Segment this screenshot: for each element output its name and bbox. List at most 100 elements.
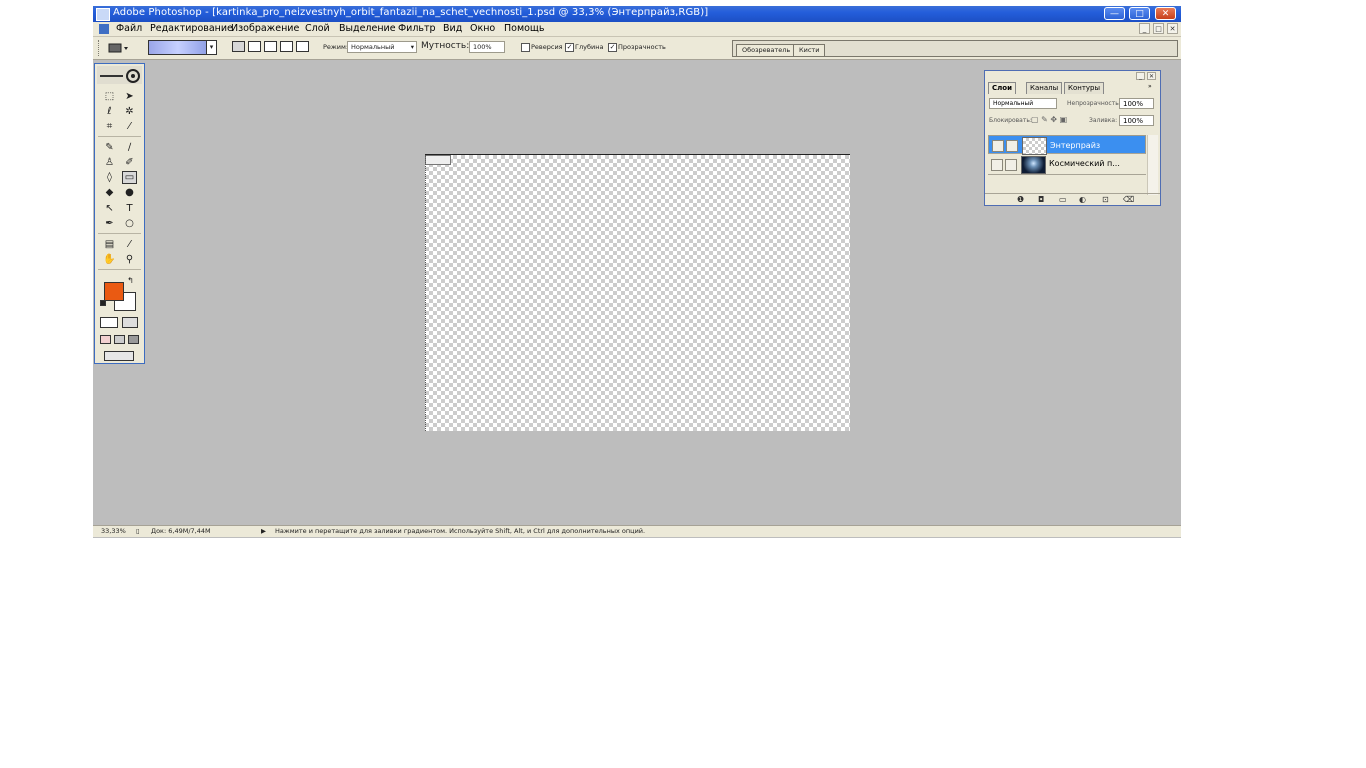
document-size[interactable]: Док: 6,49M/7,44M bbox=[151, 527, 211, 535]
layers-tabs: Слои Каналы Контуры » bbox=[988, 82, 1158, 94]
doc-restore-button[interactable]: □ bbox=[1153, 23, 1164, 34]
palette-tab-brushes[interactable]: Кисти bbox=[793, 44, 826, 56]
reflected-gradient-button[interactable] bbox=[280, 41, 293, 52]
diamond-gradient-button[interactable] bbox=[296, 41, 309, 52]
gradient-preview[interactable] bbox=[148, 40, 208, 55]
chevron-down-icon: ▾ bbox=[410, 43, 414, 51]
layer-opacity-input[interactable]: 100% bbox=[1119, 98, 1154, 109]
default-colors-icon[interactable] bbox=[100, 300, 106, 306]
angle-gradient-button[interactable] bbox=[264, 41, 277, 52]
mode-select[interactable]: Нормальный ▾ bbox=[347, 41, 417, 53]
transparency-checkbox[interactable]: ✓ bbox=[608, 43, 617, 52]
gradient-dropdown[interactable]: ▾ bbox=[206, 40, 217, 55]
full-screen-mode-button[interactable] bbox=[128, 335, 139, 344]
new-layer-icon[interactable]: ⊡ bbox=[1102, 195, 1109, 204]
pen-tool-icon[interactable]: ✒ bbox=[103, 218, 116, 229]
blend-mode-select[interactable]: Нормальный bbox=[989, 98, 1057, 109]
menu-layer[interactable]: Слой bbox=[305, 23, 330, 34]
zoom-level[interactable]: 33,33% bbox=[101, 527, 126, 535]
notes-tool-icon[interactable]: ▤ bbox=[103, 239, 116, 250]
fill-input[interactable]: 100% bbox=[1119, 115, 1154, 126]
layer-visibility-icon[interactable] bbox=[991, 159, 1003, 171]
menu-help[interactable]: Помощь bbox=[504, 23, 544, 34]
menu-filter[interactable]: Фильтр bbox=[398, 23, 436, 34]
tab-paths[interactable]: Контуры bbox=[1064, 82, 1105, 94]
layer-link-icon[interactable] bbox=[1005, 159, 1017, 171]
layer-name: Космический п... bbox=[1049, 159, 1120, 168]
path-selection-tool-icon[interactable]: ↖ bbox=[103, 203, 116, 214]
toolbox-header[interactable] bbox=[97, 66, 142, 84]
standard-mode-button[interactable] bbox=[100, 317, 118, 328]
new-set-icon[interactable]: ▭ bbox=[1059, 195, 1067, 204]
toolbox-divider bbox=[98, 269, 141, 270]
eyedropper-tool-icon[interactable]: ⁄ bbox=[123, 239, 136, 250]
slice-tool-icon[interactable]: ⁄ bbox=[123, 121, 136, 132]
menu-image[interactable]: Изображение bbox=[231, 23, 299, 34]
gradient-tool-icon[interactable]: ▭ bbox=[122, 171, 137, 184]
maximize-button[interactable]: □ bbox=[1129, 7, 1150, 20]
layer-brush-icon[interactable] bbox=[1006, 140, 1018, 152]
swap-colors-icon[interactable]: ↰ bbox=[124, 275, 137, 286]
hand-tool-icon[interactable]: ✋ bbox=[103, 254, 116, 265]
brush-tool-icon[interactable]: ∕ bbox=[123, 142, 136, 153]
add-mask-icon[interactable]: ◘ bbox=[1038, 195, 1044, 204]
tool-preset-picker[interactable] bbox=[107, 42, 131, 54]
trash-icon[interactable]: ⌫ bbox=[1123, 195, 1134, 204]
type-tool-icon[interactable]: T bbox=[123, 203, 136, 214]
marquee-tool-icon[interactable]: ⬚ bbox=[103, 91, 116, 102]
layer-style-icon[interactable]: ❶ bbox=[1017, 195, 1024, 204]
menu-file[interactable]: Файл bbox=[116, 23, 142, 34]
standard-screen-mode-button[interactable] bbox=[100, 335, 111, 344]
reverse-checkbox[interactable] bbox=[521, 43, 530, 52]
document-icon[interactable] bbox=[99, 24, 109, 34]
tab-channels[interactable]: Каналы bbox=[1026, 82, 1063, 94]
full-screen-menu-mode-button[interactable] bbox=[114, 335, 125, 344]
tab-layers[interactable]: Слои bbox=[988, 82, 1016, 94]
clone-stamp-tool-icon[interactable]: ♙ bbox=[103, 157, 116, 168]
close-button[interactable]: ✕ bbox=[1155, 7, 1176, 20]
shape-tool-icon[interactable]: ○ bbox=[123, 218, 136, 229]
dodge-tool-icon[interactable]: ● bbox=[123, 187, 136, 198]
title-bar: Adobe Photoshop - [kartinka_pro_neizvest… bbox=[93, 6, 1181, 22]
lasso-tool-icon[interactable]: ℓ bbox=[103, 106, 116, 117]
jump-to-imageready-button[interactable] bbox=[104, 351, 134, 361]
crop-tool-icon[interactable]: ⌗ bbox=[103, 121, 116, 132]
magic-wand-tool-icon[interactable]: ✲ bbox=[123, 106, 136, 117]
healing-brush-tool-icon[interactable]: ✎ bbox=[103, 142, 116, 153]
dither-checkbox[interactable]: ✓ bbox=[565, 43, 574, 52]
history-brush-tool-icon[interactable]: ✐ bbox=[123, 157, 136, 168]
eraser-tool-icon[interactable]: ◊ bbox=[103, 172, 116, 183]
blend-mode-value: Нормальный bbox=[993, 100, 1034, 107]
palette-menu-icon[interactable]: » bbox=[1148, 83, 1152, 90]
lock-icons[interactable]: ▢ ✎ ✥ ▣ bbox=[1031, 115, 1067, 124]
foreground-color-swatch[interactable] bbox=[104, 282, 124, 301]
status-arrow-icon[interactable]: ▶ bbox=[261, 527, 266, 535]
blur-tool-icon[interactable]: ◆ bbox=[103, 187, 116, 198]
menu-window[interactable]: Окно bbox=[470, 23, 495, 34]
menu-edit[interactable]: Редактирование bbox=[150, 23, 233, 34]
menu-view[interactable]: Вид bbox=[443, 23, 462, 34]
options-grip[interactable] bbox=[98, 40, 101, 56]
linear-gradient-button[interactable] bbox=[232, 41, 245, 52]
doc-close-button[interactable]: ✕ bbox=[1167, 23, 1178, 34]
layer-row[interactable]: Космический п... bbox=[988, 155, 1146, 175]
options-bar: ▾ Режим: Нормальный ▾ Мутность: 100% Реве… bbox=[93, 37, 1181, 60]
menu-select[interactable]: Выделение bbox=[339, 23, 396, 34]
move-tool-icon[interactable]: ➤ bbox=[123, 91, 136, 102]
layer-opacity-label: Непрозрачность: bbox=[1067, 100, 1121, 107]
zoom-tool-icon[interactable]: ⚲ bbox=[123, 254, 136, 265]
layer-visibility-icon[interactable] bbox=[992, 140, 1004, 152]
adjustment-layer-icon[interactable]: ◐ bbox=[1079, 195, 1086, 204]
opacity-input[interactable]: 100% bbox=[469, 41, 505, 53]
radial-gradient-button[interactable] bbox=[248, 41, 261, 52]
minimize-button[interactable]: — bbox=[1104, 7, 1125, 20]
quick-mask-mode-button[interactable] bbox=[122, 317, 138, 328]
palette-tab-navigator[interactable]: Обозреватель bbox=[736, 44, 797, 56]
doc-minimize-button[interactable]: _ bbox=[1139, 23, 1150, 34]
layers-scrollbar[interactable] bbox=[1147, 135, 1158, 195]
document-canvas[interactable] bbox=[425, 154, 850, 431]
layer-row[interactable]: Энтерпрайз bbox=[988, 135, 1146, 155]
palette-close-button[interactable]: ✕ bbox=[1147, 72, 1156, 80]
doc-info-icon: ▯ bbox=[136, 527, 140, 535]
palette-minimize-button[interactable]: _ bbox=[1136, 72, 1145, 80]
